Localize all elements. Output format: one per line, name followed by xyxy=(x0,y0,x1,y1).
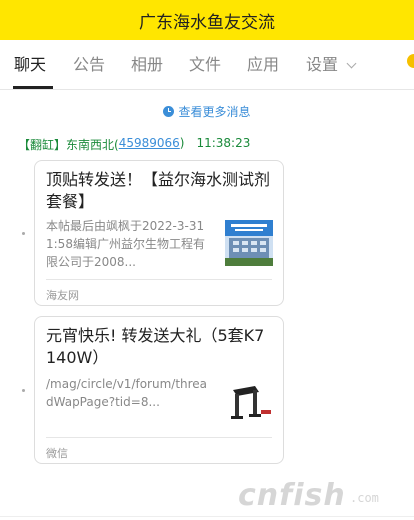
card-divider xyxy=(46,279,272,280)
message-sender-line: 【翻缸】 东南西北( 45989066 ) 11:38:23 xyxy=(18,136,250,153)
card-title: 元宵快乐! 转发送大礼（5套K7 140W） xyxy=(46,326,265,367)
tab-files[interactable]: 文件 xyxy=(189,54,221,76)
card-source: 微信 xyxy=(46,447,68,460)
tab-settings-label: 设置 xyxy=(306,55,339,74)
sender-close-paren: ) xyxy=(179,136,185,150)
site-watermark: cnfish xyxy=(238,478,346,513)
shared-link-card[interactable]: 顶贴转发送！【益尔海水测试剂套餐】 本帖最后由飒枫于2022-3-311:58编… xyxy=(34,160,284,306)
card-source: 海友网 xyxy=(46,289,79,302)
tab-chat[interactable]: 聊天 xyxy=(14,54,46,76)
notification-dot-icon xyxy=(407,54,414,68)
site-watermark-suffix: .com xyxy=(350,491,379,505)
message-bullet xyxy=(22,389,25,392)
sender-qq-link[interactable]: 45989066 xyxy=(119,136,180,153)
load-more-messages-link[interactable]: 查看更多消息 xyxy=(0,102,414,120)
sender-name: 东南西北( xyxy=(66,138,119,152)
tab-announcements[interactable]: 公告 xyxy=(73,54,105,76)
card-thumbnail-building xyxy=(225,220,273,266)
message-bullet xyxy=(22,232,25,235)
tab-apps[interactable]: 应用 xyxy=(247,54,279,76)
load-more-label: 查看更多消息 xyxy=(178,104,251,119)
tab-bar: 聊天 公告 相册 文件 应用 设置 xyxy=(0,40,414,90)
tab-settings[interactable]: 设置 xyxy=(306,54,357,76)
card-thumbnail-lamp xyxy=(225,380,273,426)
sender-tag: 【翻缸】 xyxy=(18,138,67,152)
message-time: 11:38:23 xyxy=(196,136,251,150)
clock-icon xyxy=(163,105,175,117)
group-title: 广东海水鱼友交流 xyxy=(139,12,275,33)
active-tab-indicator xyxy=(13,86,53,89)
card-description: 本帖最后由飒枫于2022-3-311:58编辑广州益尔生物工程有限公司于2008… xyxy=(46,219,205,269)
tab-album[interactable]: 相册 xyxy=(131,54,163,76)
card-title: 顶贴转发送！【益尔海水测试剂套餐】 xyxy=(46,170,271,211)
bottom-divider xyxy=(0,516,414,517)
chevron-down-icon xyxy=(346,58,357,68)
shared-link-card[interactable]: 元宵快乐! 转发送大礼（5套K7 140W） /mag/circle/v1/fo… xyxy=(34,316,284,464)
group-title-bar: 广东海水鱼友交流 xyxy=(0,0,414,40)
card-divider xyxy=(46,437,272,438)
card-description: /mag/circle/v1/forum/threadWapPage?tid=8… xyxy=(46,377,208,409)
